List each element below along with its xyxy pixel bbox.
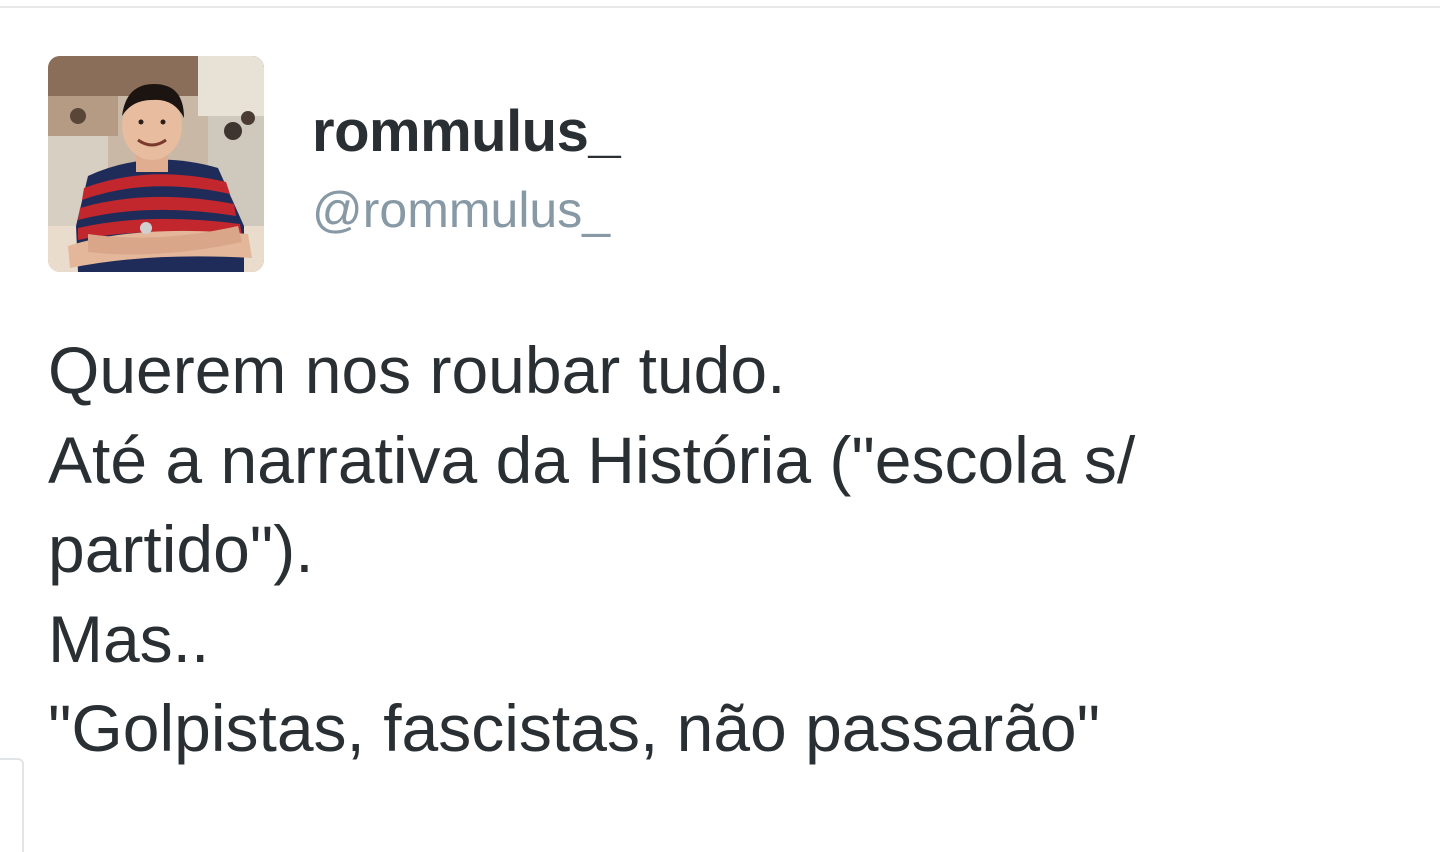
profile-photo-image xyxy=(48,56,264,272)
tweet-text-line: Querem nos roubar tudo. xyxy=(48,333,786,407)
card-edge xyxy=(0,758,24,852)
tweet-text-line: partido"). xyxy=(48,512,314,586)
tweet-text: Querem nos roubar tudo. Até a narrativa … xyxy=(48,326,1388,774)
tweet-text-line: Mas.. xyxy=(48,601,210,676)
display-name[interactable]: rommulus_ xyxy=(312,98,621,166)
avatar[interactable] xyxy=(48,56,264,272)
top-divider xyxy=(0,6,1440,8)
tweet-text-line: Até a narrativa da História ("escola s/ xyxy=(48,422,1136,497)
tweet-text-line: "Golpistas, fascistas, não passarão" xyxy=(48,691,1101,765)
user-handle[interactable]: @rommulus_ xyxy=(312,180,610,240)
